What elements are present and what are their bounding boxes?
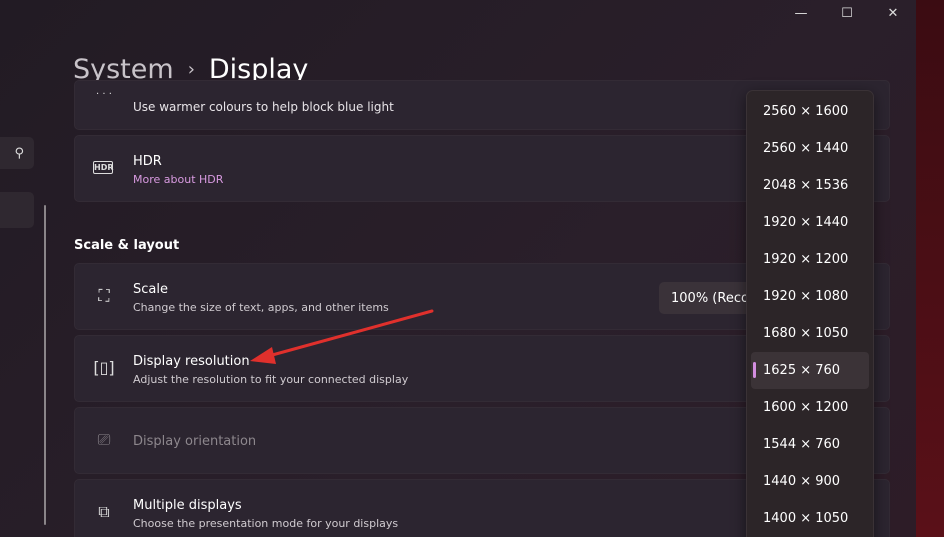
annotation-arrow	[250, 309, 434, 364]
desktop-background	[916, 0, 944, 537]
settings-window: — ☐ ✕ System › Display ⚲ · · · Use warme…	[0, 0, 916, 537]
